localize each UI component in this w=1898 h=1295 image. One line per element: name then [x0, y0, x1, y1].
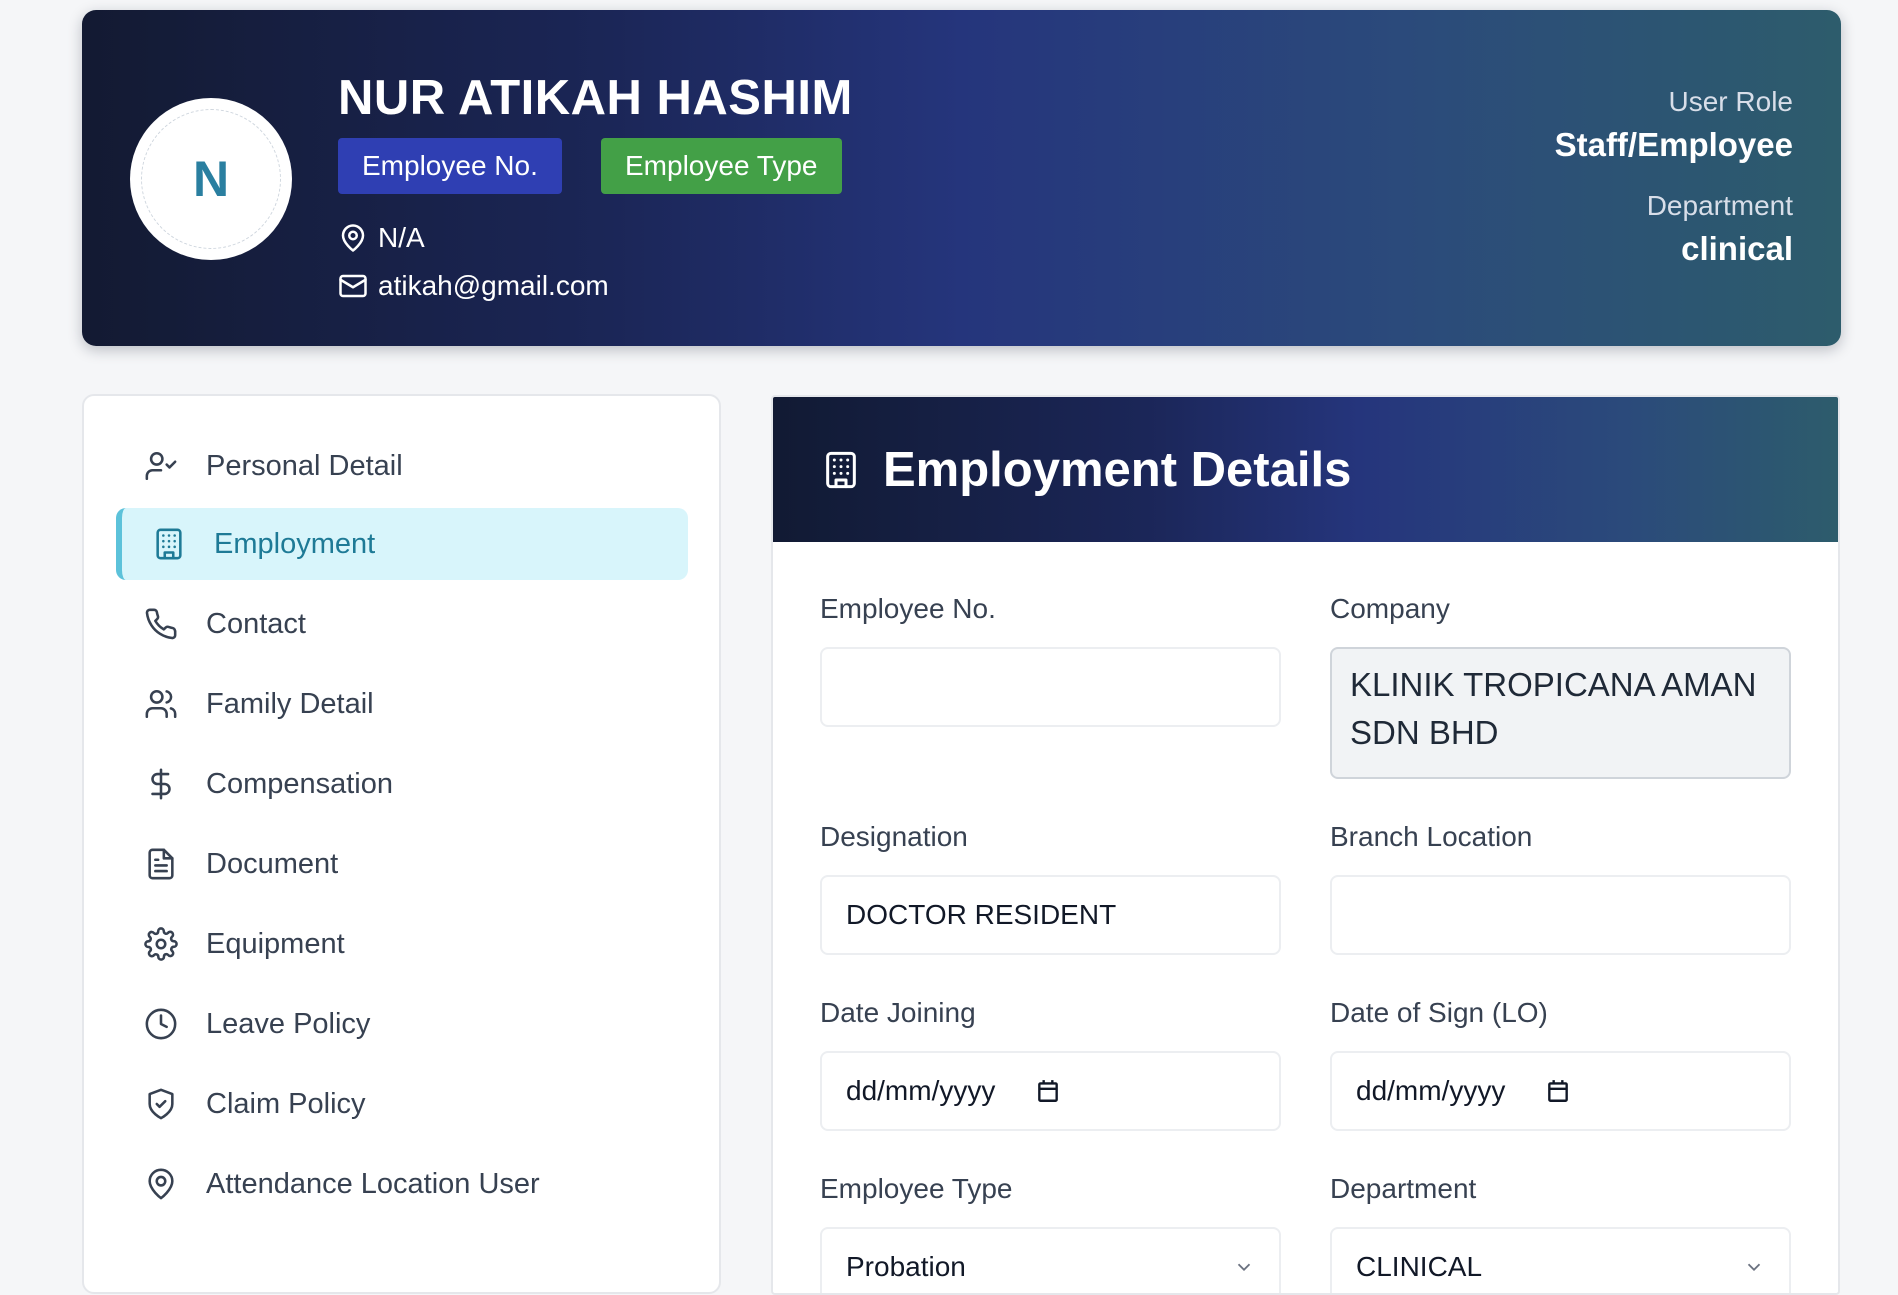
building-icon: [156, 528, 182, 560]
branch-location-field: Branch Location: [1330, 821, 1791, 955]
date-joining-label: Date Joining: [820, 997, 976, 1028]
clock-icon: [145, 1008, 177, 1040]
sidebar-item-employment[interactable]: Employment: [116, 508, 688, 580]
sidebar-item-attendance-location-user[interactable]: Attendance Location User: [116, 1148, 688, 1220]
department-field-label: Department: [1330, 1173, 1477, 1204]
sidebar-item-compensation[interactable]: Compensation: [116, 748, 688, 820]
employee-type-value: Probation: [846, 1251, 966, 1282]
department-select-value: CLINICAL: [1356, 1251, 1483, 1282]
panel-header: Employment Details: [773, 397, 1838, 542]
date-joining-field: Date Joining dd/mm/yyyy: [820, 997, 1281, 1131]
profile-header: N NUR ATIKAH HASHIM Employee No. Employe…: [82, 10, 1841, 346]
employee-no-input[interactable]: [820, 647, 1281, 727]
company-label: Company: [1330, 593, 1450, 624]
sidebar-item-label: Claim Policy: [206, 1087, 366, 1120]
chevron-down-icon: [1237, 1263, 1251, 1272]
map-pin-icon: [341, 224, 365, 252]
employee-type-badge: Employee Type: [601, 138, 842, 194]
date-placeholder: dd/mm/yyyy: [846, 1075, 996, 1106]
sidebar-item-label: Attendance Location User: [206, 1167, 540, 1200]
date-of-sign-input[interactable]: dd/mm/yyyy: [1330, 1051, 1791, 1131]
user-role-value: Staff/Employee: [1554, 126, 1793, 163]
sidebar-item-personal-detail[interactable]: Personal Detail: [116, 430, 688, 502]
user-role-label: User Role: [1668, 86, 1793, 117]
date-joining-input[interactable]: dd/mm/yyyy: [820, 1051, 1281, 1131]
designation-field: Designation DOCTOR RESIDENT: [820, 821, 1281, 955]
calendar-icon[interactable]: [1035, 1078, 1061, 1104]
shield-check-icon: [148, 1088, 174, 1120]
dollar-icon: [151, 768, 171, 800]
designation-label: Designation: [820, 821, 968, 852]
company-input: KLINIK TROPICANA AMAN SDN BHD: [1330, 647, 1791, 779]
date-placeholder: dd/mm/yyyy: [1356, 1075, 1506, 1106]
building-icon: [826, 451, 856, 488]
file-text-icon: [148, 848, 174, 880]
location-line: N/A: [338, 222, 425, 254]
sidebar-item-equipment[interactable]: Equipment: [116, 908, 688, 980]
email-line: atikah@gmail.com: [338, 270, 609, 302]
employee-name: NUR ATIKAH HASHIM: [338, 71, 853, 125]
employee-no-field: Employee No.: [820, 593, 1281, 727]
employee-type-field: Employee Type Probation: [820, 1173, 1281, 1293]
sidebar-item-label: Leave Policy: [206, 1007, 371, 1040]
sidebar-item-leave-policy[interactable]: Leave Policy: [116, 988, 688, 1060]
user-check-icon: [145, 451, 177, 481]
gear-icon: [144, 927, 178, 961]
date-of-sign-label: Date of Sign (LO): [1330, 997, 1548, 1028]
department-value: clinical: [1681, 230, 1793, 267]
sidebar: Personal Detail Employment Contact Famil…: [82, 394, 721, 1294]
sidebar-item-document[interactable]: Document: [116, 828, 688, 900]
designation-input[interactable]: DOCTOR RESIDENT: [820, 875, 1281, 955]
employee-no-badge: Employee No.: [338, 138, 562, 194]
avatar-initial: N: [141, 109, 281, 249]
sidebar-item-label: Equipment: [206, 927, 345, 960]
sidebar-item-label: Contact: [206, 607, 306, 640]
employment-details-panel: Employment Details Employee No. Company …: [771, 395, 1840, 1295]
calendar-icon[interactable]: [1545, 1078, 1571, 1104]
map-pin-icon: [148, 1168, 174, 1200]
employee-no-label: Employee No.: [820, 593, 996, 624]
date-of-sign-field: Date of Sign (LO) dd/mm/yyyy: [1330, 997, 1791, 1131]
company-field: Company KLINIK TROPICANA AMAN SDN BHD: [1330, 593, 1791, 779]
chevron-down-icon: [1747, 1263, 1761, 1272]
location-text: N/A: [378, 222, 425, 253]
sidebar-item-label: Family Detail: [206, 687, 374, 720]
sidebar-item-label: Document: [206, 847, 339, 880]
sidebar-item-label: Personal Detail: [206, 449, 403, 482]
branch-location-input[interactable]: [1330, 875, 1791, 955]
department-label: Department: [1646, 190, 1793, 221]
sidebar-item-label: Employment: [214, 527, 376, 560]
sidebar-item-claim-policy[interactable]: Claim Policy: [116, 1068, 688, 1140]
phone-icon: [145, 608, 177, 640]
email-text: atikah@gmail.com: [378, 270, 609, 301]
sidebar-item-contact[interactable]: Contact: [116, 588, 688, 660]
sidebar-item-family-detail[interactable]: Family Detail: [116, 668, 688, 740]
avatar: N: [130, 98, 292, 260]
employee-type-label: Employee Type: [820, 1173, 1013, 1204]
department-field: Department CLINICAL: [1330, 1173, 1791, 1293]
sidebar-item-label: Compensation: [206, 767, 393, 800]
page-title: Employment Details: [883, 442, 1352, 497]
employee-type-select[interactable]: Probation: [820, 1227, 1281, 1293]
mail-icon: [339, 274, 367, 298]
users-icon: [145, 689, 177, 719]
branch-location-label: Branch Location: [1330, 821, 1533, 852]
department-select[interactable]: CLINICAL: [1330, 1227, 1791, 1293]
